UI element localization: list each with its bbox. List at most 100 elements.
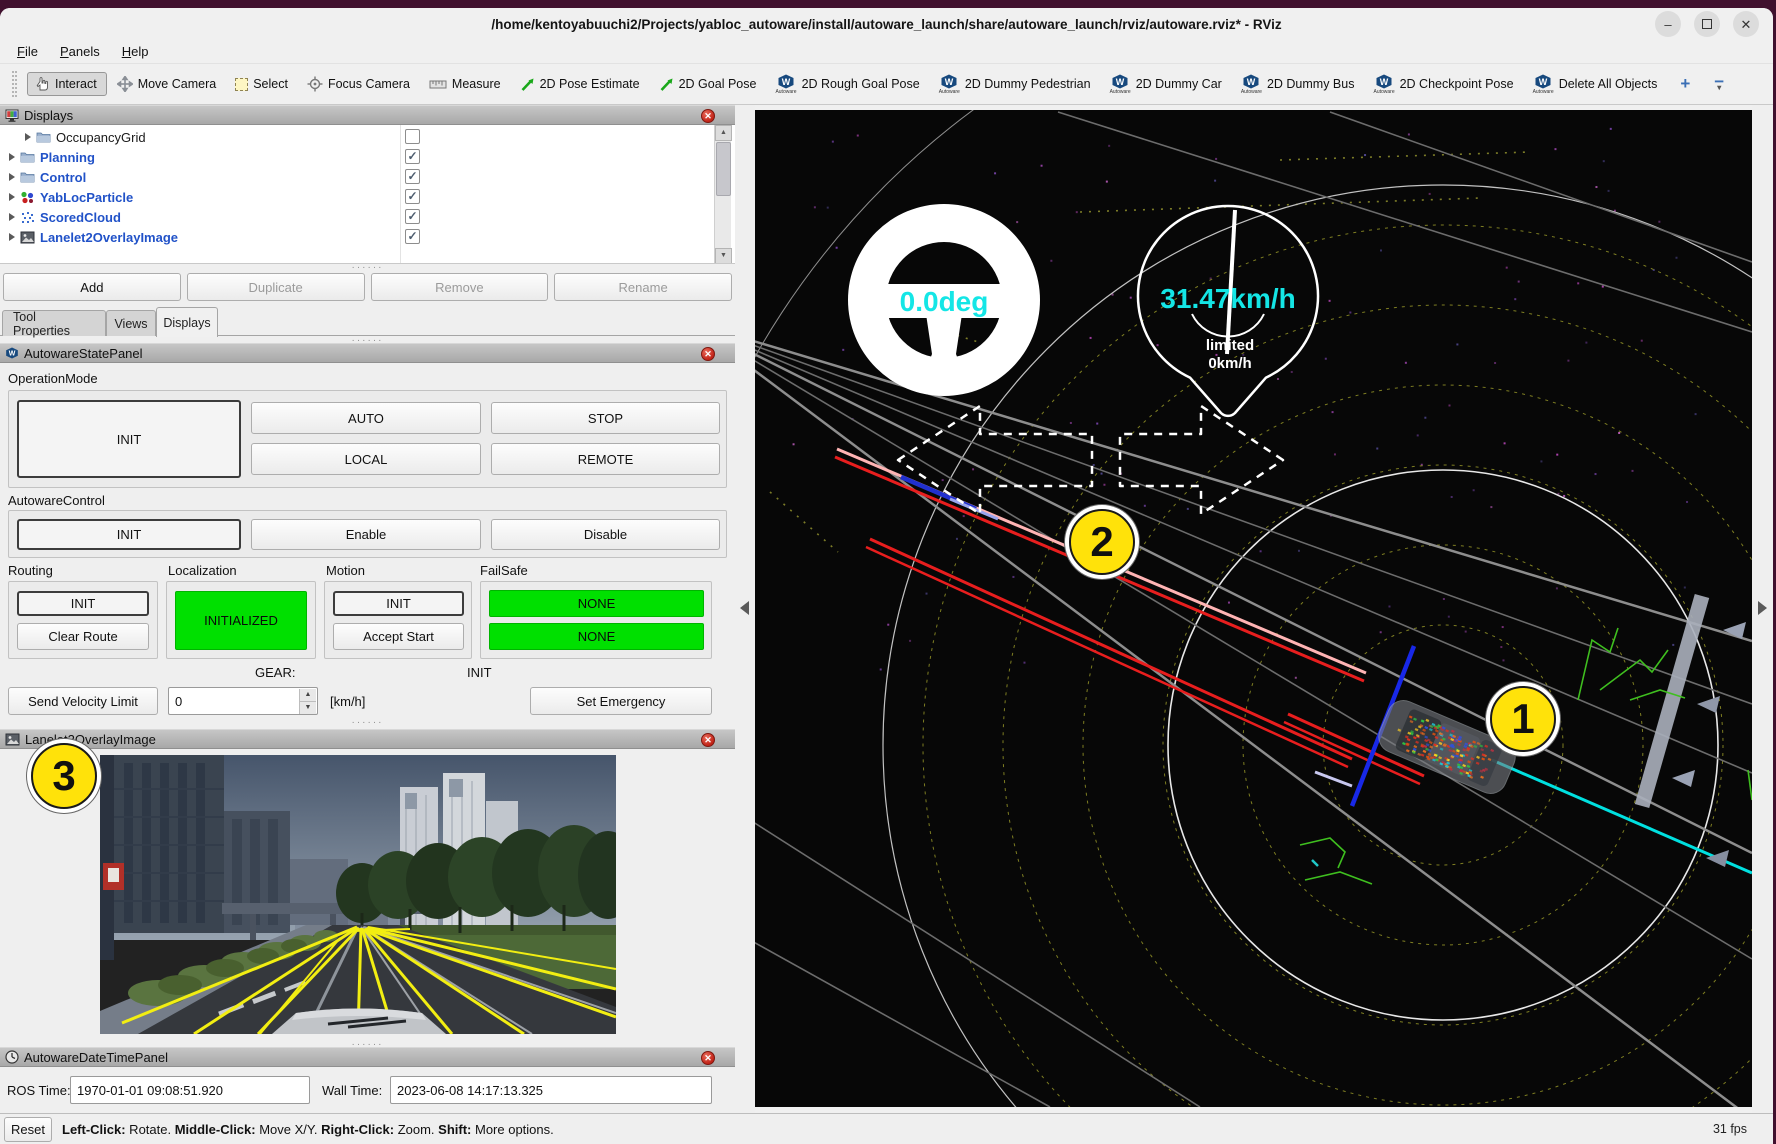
routing-state[interactable]: INIT — [17, 591, 149, 616]
reset-button[interactable]: Reset — [4, 1117, 52, 1142]
disable-button[interactable]: Disable — [491, 519, 720, 550]
motion-state[interactable]: INIT — [333, 591, 464, 616]
lanelet2overlayimage-panel-header[interactable]: Lanelet2OverlayImage ✕ — [0, 729, 735, 749]
remote-button[interactable]: REMOTE — [491, 443, 720, 475]
tool-measure[interactable]: Measure — [423, 74, 510, 94]
checkbox-occupancygrid[interactable] — [405, 129, 420, 144]
selection-box-icon — [235, 78, 248, 91]
checkbox-planning[interactable]: ✓ — [405, 149, 420, 164]
maximize-icon[interactable] — [1694, 11, 1720, 37]
autoware-control-state[interactable]: INIT — [17, 519, 241, 550]
tree-row-yablocparticle[interactable]: YabLocParticle — [0, 187, 400, 207]
toolbar-drag-handle[interactable] — [12, 71, 17, 97]
close-icon[interactable]: ✕ — [701, 1051, 715, 1065]
mouse-help-text: Left-Click: Rotate. Middle-Click: Move X… — [62, 1122, 554, 1137]
tool-2d-rough-goal-pose[interactable]: WAutoware 2D Rough Goal Pose — [769, 71, 928, 98]
collapse-right-icon[interactable] — [1758, 601, 1767, 615]
tool-interact[interactable]: Interact — [27, 72, 107, 96]
tool-2d-dummy-car[interactable]: WAutoware 2D Dummy Car — [1104, 71, 1231, 98]
add-button[interactable]: Add — [3, 273, 181, 301]
tool-2d-dummy-pedestrian[interactable]: WAutoware 2D Dummy Pedestrian — [933, 71, 1100, 98]
datetime-panel-header[interactable]: AutowareDateTimePanel ✕ — [0, 1047, 735, 1067]
auto-button[interactable]: AUTO — [251, 402, 481, 434]
tool-focus-camera[interactable]: Focus Camera — [301, 73, 419, 95]
add-tool-button[interactable]: + — [1670, 72, 1700, 96]
tab-tool-properties[interactable]: Tool Properties — [2, 310, 106, 336]
annotation-badge-1: 1 — [1490, 686, 1556, 752]
close-icon[interactable]: ✕ — [701, 109, 715, 123]
operation-mode-state[interactable]: INIT — [17, 400, 241, 478]
remove-button[interactable]: Remove — [371, 273, 549, 301]
tree-row-planning[interactable]: Planning — [0, 147, 400, 167]
send-velocity-limit-button[interactable]: Send Velocity Limit — [8, 687, 158, 715]
checkbox-lanelet2overlayimage[interactable]: ✓ — [405, 229, 420, 244]
svg-text:W: W — [1247, 77, 1256, 87]
stop-button[interactable]: STOP — [491, 402, 720, 434]
expand-arrow-icon[interactable] — [9, 173, 15, 181]
accept-start-button[interactable]: Accept Start — [333, 623, 464, 650]
tool-2d-pose-estimate[interactable]: 2D Pose Estimate — [514, 74, 649, 95]
autoware-caption: Autoware — [1373, 90, 1394, 95]
green-arrow-icon — [659, 77, 674, 92]
autoware-state-panel-header[interactable]: W AutowareStatePanel ✕ — [0, 343, 735, 363]
collapse-left-icon[interactable] — [740, 601, 749, 615]
3d-viewport[interactable]: 0.0deg 31.47km/h limited 0km/h 2 1 — [755, 110, 1752, 1107]
splitter-handle[interactable]: ······ — [0, 719, 735, 727]
tool-select[interactable]: Select — [229, 74, 297, 94]
tab-views[interactable]: Views — [106, 310, 156, 336]
titlebar[interactable]: /home/kentoyabuuchi2/Projects/yabloc_aut… — [0, 8, 1773, 40]
remove-tool-button[interactable]: −▾ — [1704, 76, 1734, 93]
tree-row-occupancygrid[interactable]: OccupancyGrid — [0, 127, 400, 147]
close-icon[interactable]: ✕ — [701, 347, 715, 361]
set-emergency-button[interactable]: Set Emergency — [530, 687, 712, 715]
spinner-arrows[interactable]: ▲▼ — [299, 689, 316, 713]
spin-down-icon[interactable]: ▼ — [299, 702, 316, 714]
rename-button[interactable]: Rename — [554, 273, 732, 301]
displays-panel-header[interactable]: Displays ✕ — [0, 105, 735, 125]
tree-row-control[interactable]: Control — [0, 167, 400, 187]
clear-route-button[interactable]: Clear Route — [17, 623, 149, 650]
enable-button[interactable]: Enable — [251, 519, 481, 550]
dock-splitter[interactable] — [735, 105, 755, 1113]
expand-arrow-icon[interactable] — [9, 233, 15, 241]
local-button[interactable]: LOCAL — [251, 443, 481, 475]
splitter-handle[interactable]: ······ — [0, 264, 735, 272]
expand-arrow-icon[interactable] — [9, 193, 15, 201]
expand-arrow-icon[interactable] — [9, 153, 15, 161]
autoware-caption: Autoware — [1110, 90, 1131, 95]
close-icon[interactable]: ✕ — [701, 733, 715, 747]
svg-text:W: W — [1116, 77, 1125, 87]
spin-up-icon[interactable]: ▲ — [299, 689, 316, 702]
velocity-limit-spinner[interactable]: 0 ▲▼ — [168, 687, 318, 715]
scroll-down-icon[interactable]: ▼ — [715, 248, 732, 264]
pointcloud-icon — [20, 211, 35, 224]
close-icon[interactable]: ✕ — [1733, 11, 1759, 37]
scrollbar-thumb[interactable] — [716, 142, 731, 196]
checkbox-scoredcloud[interactable]: ✓ — [405, 209, 420, 224]
tool-move-camera[interactable]: Move Camera — [111, 73, 226, 95]
scroll-up-icon[interactable]: ▲ — [715, 125, 732, 141]
expand-arrow-icon[interactable] — [9, 213, 15, 221]
tree-scrollbar[interactable]: ▲ ▼ — [714, 125, 731, 264]
checkbox-yablocparticle[interactable]: ✓ — [405, 189, 420, 204]
tool-2d-goal-pose[interactable]: 2D Goal Pose — [653, 74, 766, 95]
menu-panels[interactable]: Panels — [51, 42, 109, 61]
operation-mode-label: OperationMode — [8, 371, 98, 386]
tab-displays[interactable]: Displays — [156, 307, 218, 337]
tree-column-divider[interactable] — [400, 125, 401, 263]
expand-arrow-icon[interactable] — [25, 133, 31, 141]
motion-label: Motion — [326, 563, 365, 578]
menu-help[interactable]: Help — [113, 42, 158, 61]
duplicate-button[interactable]: Duplicate — [187, 273, 365, 301]
tool-delete-all-objects[interactable]: WAutoware Delete All Objects — [1527, 71, 1667, 98]
tree-row-scoredcloud[interactable]: ScoredCloud — [0, 207, 400, 227]
checkbox-control[interactable]: ✓ — [405, 169, 420, 184]
menu-file[interactable]: File — [8, 42, 47, 61]
minimize-icon[interactable]: – — [1655, 11, 1681, 37]
tool-2d-dummy-bus[interactable]: WAutoware 2D Dummy Bus — [1235, 71, 1364, 98]
tree-row-lanelet2overlayimage[interactable]: Lanelet2OverlayImage — [0, 227, 400, 247]
tool-2d-checkpoint-pose[interactable]: WAutoware 2D Checkpoint Pose — [1367, 71, 1522, 98]
ros-time-field[interactable]: 1970-01-01 09:08:51.920 — [70, 1076, 310, 1104]
wall-time-field[interactable]: 2023-06-08 14:17:13.325 — [390, 1076, 712, 1104]
tool-label: Measure — [452, 77, 501, 91]
